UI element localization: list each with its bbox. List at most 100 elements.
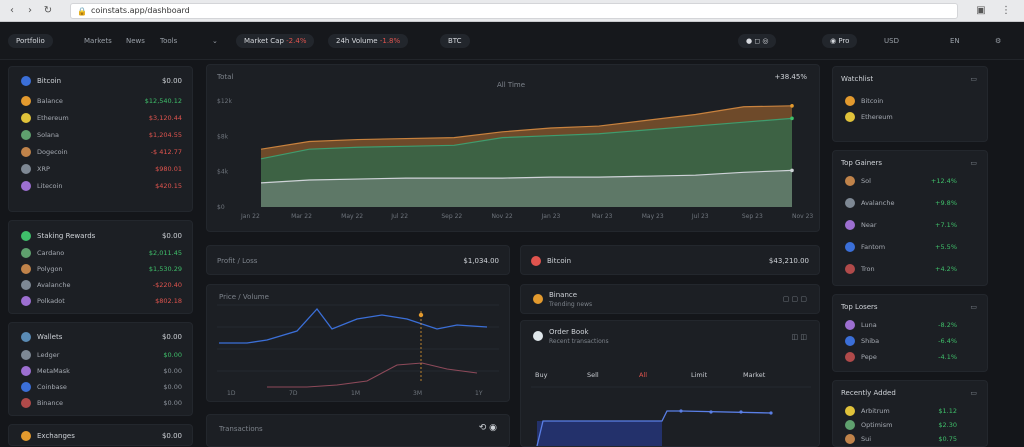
coin-icon xyxy=(21,280,31,290)
menu-icon[interactable]: ⋮ xyxy=(1000,5,1012,17)
market-cap-label: Market Cap xyxy=(244,37,284,45)
nav-item-news[interactable]: News xyxy=(126,34,145,48)
row-value: -4.1% xyxy=(938,353,957,361)
exchange-icon xyxy=(21,431,31,441)
row-label: Sui xyxy=(861,435,872,443)
news-actions[interactable]: ▢ ▢ ▢ xyxy=(783,295,807,303)
staking-row[interactable]: Polkadot $802.18 xyxy=(9,295,192,307)
top-navigation: Portfolio Markets News Tools ⌄ Market Ca… xyxy=(0,22,1024,60)
chevron-down-icon[interactable]: ⌄ xyxy=(212,34,218,48)
row-value: $1,204.55 xyxy=(148,131,182,139)
staking-panel: Staking Rewards $0.00 Cardano $2,011.45 Po… xyxy=(8,220,193,314)
gainer-row[interactable]: Tron +4.2% xyxy=(833,263,987,275)
wallet-row[interactable]: Coinbase $0.00 xyxy=(9,381,192,393)
wallet-row[interactable]: Binance $0.00 xyxy=(9,397,192,409)
row-value: $0.00 xyxy=(163,351,182,359)
x-tick-label: Jul 22 xyxy=(390,213,408,220)
news-title[interactable]: Binance xyxy=(549,291,577,299)
btc-ticker[interactable]: BTC xyxy=(440,34,470,48)
transactions-label: Transactions xyxy=(219,425,263,433)
holding-row[interactable]: XRP $980.01 xyxy=(9,163,192,175)
watchlist-row[interactable]: Bitcoin xyxy=(833,95,987,107)
x-tick-label: Mar 23 xyxy=(592,213,613,220)
depth-point xyxy=(709,410,713,414)
language-select[interactable]: EN xyxy=(950,34,960,48)
extension-icon[interactable]: ▣ xyxy=(975,5,987,17)
coin-icon xyxy=(845,420,855,430)
address-bar[interactable]: 🔒 coinstats.app/dashboard xyxy=(70,3,958,19)
settings-icon[interactable]: ⚙ xyxy=(995,34,1001,48)
holding-row[interactable]: Balance $12,540.12 xyxy=(9,95,192,107)
gainer-row[interactable]: Sol +12.4% xyxy=(833,175,987,187)
row-value: $12,540.12 xyxy=(144,97,182,105)
market-cap-ticker[interactable]: Market Cap -2.4% xyxy=(236,34,315,48)
row-label: Balance xyxy=(37,97,63,105)
x-tick-label: Sep 23 xyxy=(742,213,763,220)
coin-icon xyxy=(21,181,31,191)
portfolio-chart-panel: Total All Time +38.45% $12k $8k $4k $0 Jan 2… xyxy=(206,64,820,232)
holding-row[interactable]: Ethereum $3,120.44 xyxy=(9,112,192,124)
nav-item-tools[interactable]: Tools xyxy=(160,34,177,48)
forward-icon[interactable]: › xyxy=(24,5,36,17)
watchlist-edit-icon[interactable]: ▭ xyxy=(970,75,977,83)
row-label: Avalanche xyxy=(37,281,71,289)
transactions-actions[interactable]: ⟲ ◉ xyxy=(479,423,497,433)
gainers-expand-icon[interactable]: ▭ xyxy=(970,159,977,167)
profit-loss-panel: Profit / Loss $1,034.00 xyxy=(206,245,510,275)
back-icon[interactable]: ‹ xyxy=(6,5,18,17)
coin-icon xyxy=(845,220,855,230)
series-end-point xyxy=(790,168,794,173)
loser-row[interactable]: Pepe -4.1% xyxy=(833,351,987,363)
recent-row[interactable]: Arbitrum $1.12 xyxy=(833,405,987,417)
row-label: Sol xyxy=(861,177,871,185)
news-panel: Binance Trending news ▢ ▢ ▢ xyxy=(520,284,820,314)
bitcoin-price-value: $43,210.00 xyxy=(768,257,809,265)
gainer-row[interactable]: Near +7.1% xyxy=(833,219,987,231)
portfolio-area-chart[interactable]: $12k $8k $4k $0 Jan 22 Mar 22 May 22 Jul 22 Sep … xyxy=(207,65,819,231)
reload-icon[interactable]: ↻ xyxy=(42,5,54,17)
recent-expand-icon[interactable]: ▭ xyxy=(970,389,977,397)
notifications-button[interactable]: ● ◻ ◎ xyxy=(738,34,777,48)
bitcoin-icon xyxy=(21,76,31,86)
currency-select[interactable]: USD xyxy=(884,34,899,48)
coin-icon xyxy=(21,366,31,376)
recent-row[interactable]: Sui $0.75 xyxy=(833,433,987,445)
x-tick-label: 1Y xyxy=(475,390,483,397)
row-value: -$ 412.77 xyxy=(150,148,182,156)
gainer-row[interactable]: Avalanche +9.8% xyxy=(833,197,987,209)
coin-icon xyxy=(845,434,855,444)
staking-row[interactable]: Avalanche -$220.40 xyxy=(9,279,192,291)
coin-icon xyxy=(21,398,31,408)
top-losers-title: Top Losers xyxy=(841,303,878,311)
account-label: Pro xyxy=(838,37,850,45)
gainer-row[interactable]: Fantom +5.5% xyxy=(833,241,987,253)
losers-expand-icon[interactable]: ▭ xyxy=(970,303,977,311)
volume-ticker[interactable]: 24h Volume -1.8% xyxy=(328,34,409,48)
watchlist-row[interactable]: Ethereum xyxy=(833,111,987,123)
price-volume-line-chart[interactable]: 1D 7D 1M 3M 1Y xyxy=(207,285,509,401)
loser-row[interactable]: Luna -8.2% xyxy=(833,319,987,331)
x-tick-label: 7D xyxy=(289,390,298,397)
x-tick-label: 1D xyxy=(227,390,236,397)
loser-row[interactable]: Shiba -6.4% xyxy=(833,335,987,347)
avatar: ◉ xyxy=(830,37,837,45)
wallet-row[interactable]: Ledger $0.00 xyxy=(9,349,192,361)
holding-row[interactable]: Dogecoin -$ 412.77 xyxy=(9,146,192,158)
orders-chart[interactable] xyxy=(521,321,819,446)
holding-row[interactable]: Litecoin $420.15 xyxy=(9,180,192,192)
browser-toolbar: ‹ › ↻ 🔒 coinstats.app/dashboard ▣ ⋮ xyxy=(0,0,1024,22)
holdings-title: Bitcoin xyxy=(37,77,62,85)
holding-row[interactable]: Solana $1,204.55 xyxy=(9,129,192,141)
coin-icon xyxy=(845,352,855,362)
nav-item-markets[interactable]: Markets xyxy=(84,34,112,48)
staking-row[interactable]: Cardano $2,011.45 xyxy=(9,247,192,259)
row-label: Ethereum xyxy=(861,113,893,121)
row-label: Litecoin xyxy=(37,182,63,190)
account-button[interactable]: ◉ Pro xyxy=(822,34,858,48)
brand-tab[interactable]: Portfolio xyxy=(8,34,53,48)
recent-row[interactable]: Optimism $2.30 xyxy=(833,419,987,431)
staking-row[interactable]: Polygon $1,530.29 xyxy=(9,263,192,275)
wallet-row[interactable]: MetaMask $0.00 xyxy=(9,365,192,377)
coin-icon xyxy=(21,147,31,157)
row-label: Binance xyxy=(37,399,64,407)
